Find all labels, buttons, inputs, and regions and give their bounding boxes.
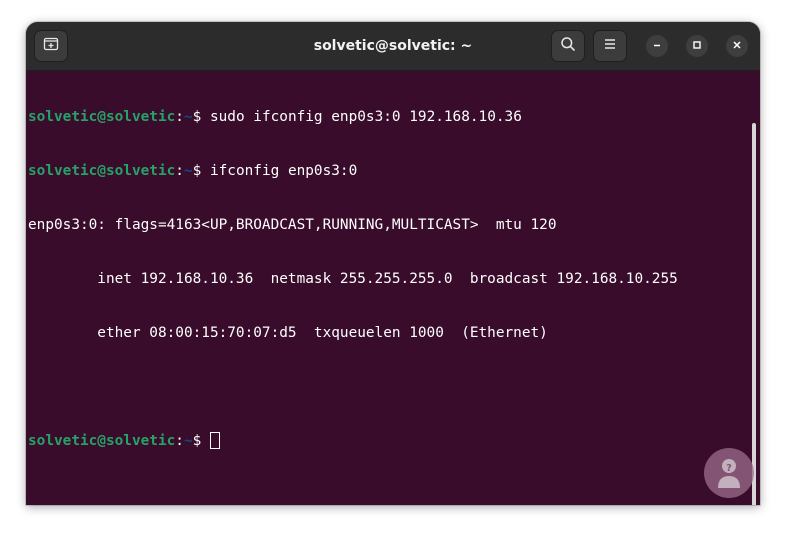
prompt-path: ~ — [183, 433, 193, 449]
text-cursor — [209, 432, 220, 449]
output-line: inet 192.168.10.36 netmask 255.255.255.0… — [28, 271, 678, 287]
terminal-line: solvetic@solvetic:~$ sudo ifconfig enp0s… — [28, 108, 678, 126]
prompt-colon: : — [175, 109, 184, 125]
output-line: enp0s3:0: flags=4163<UP,BROADCAST,RUNNIN… — [28, 217, 557, 233]
maximize-icon — [692, 37, 702, 55]
prompt-colon: : — [175, 433, 184, 449]
output-line: ether 08:00:15:70:07:d5 txqueuelen 1000 … — [28, 325, 548, 341]
solvetic-logo-icon: ? — [704, 448, 754, 498]
search-button[interactable] — [551, 30, 585, 62]
search-icon — [560, 36, 576, 57]
prompt-user: solvetic@solvetic — [28, 109, 176, 125]
hamburger-menu-icon — [602, 36, 618, 57]
prompt-path: ~ — [183, 163, 193, 179]
svg-text:?: ? — [726, 463, 732, 474]
terminal-line: solvetic@solvetic:~$ ifconfig enp0s3:0 — [28, 162, 678, 180]
prompt-symbol: $ — [192, 109, 210, 125]
new-tab-button[interactable] — [34, 30, 68, 62]
prompt-symbol: $ — [192, 433, 210, 449]
prompt-colon: : — [175, 163, 184, 179]
prompt-user: solvetic@solvetic — [28, 163, 176, 179]
close-button[interactable] — [726, 35, 748, 57]
terminal-window: solvetic@solvetic: ~ solvetic@solvetic:~… — [26, 22, 760, 505]
menu-button[interactable] — [593, 30, 627, 62]
terminal-content[interactable]: solvetic@solvetic:~$ sudo ifconfig enp0s… — [26, 71, 760, 505]
titlebar[interactable]: solvetic@solvetic: ~ — [26, 22, 760, 71]
prompt-user: solvetic@solvetic — [28, 433, 176, 449]
new-tab-icon — [43, 36, 59, 57]
maximize-button[interactable] — [686, 35, 708, 57]
command-text: sudo ifconfig enp0s3:0 192.168.10.36 — [209, 109, 522, 125]
minimize-icon — [652, 37, 662, 55]
prompt-path: ~ — [183, 109, 193, 125]
terminal-line: solvetic@solvetic:~$ — [28, 432, 678, 450]
command-text: ifconfig enp0s3:0 — [209, 163, 358, 179]
prompt-symbol: $ — [192, 163, 210, 179]
minimize-button[interactable] — [646, 35, 668, 57]
close-icon — [732, 37, 742, 55]
